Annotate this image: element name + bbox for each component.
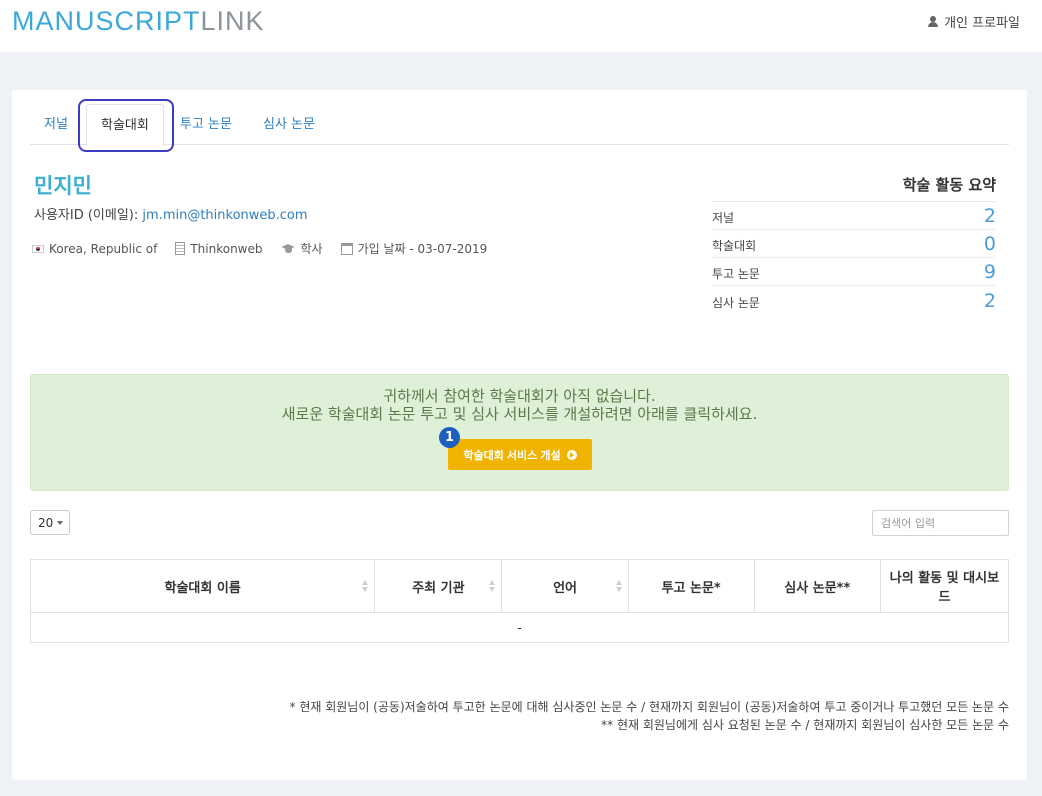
meta-join-date: 가입 날짜 - 03-07-2019 [340, 240, 488, 257]
summary-row-journal: 저널 2 [712, 202, 996, 230]
calendar-icon [340, 242, 353, 255]
caret-down-icon [57, 520, 64, 525]
column-label: 언어 [553, 580, 577, 596]
profile-label: 개인 프로파일 [944, 16, 1020, 31]
column-header-submitted: 투고 논문* [627, 559, 755, 613]
column-header-reviewed: 심사 논문** [753, 559, 881, 613]
logo-part-manuscript: MANUSCRIPT [12, 6, 201, 36]
tab-journal[interactable]: 저널 [30, 104, 82, 145]
page-size-value: 20 [38, 515, 54, 530]
column-header-host-organization[interactable]: 주최 기관 [374, 559, 503, 613]
meta-country: Korea, Republic of [32, 242, 157, 256]
user-email[interactable]: jm.min@thinkonweb.com [142, 208, 307, 223]
summary-row-submitted: 투고 논문 9 [712, 258, 996, 286]
summary-value[interactable]: 2 [984, 207, 996, 226]
table-row: - [30, 612, 1009, 643]
korea-flag-icon [32, 244, 44, 253]
logo[interactable]: MANUSCRIPTLINK [12, 6, 265, 37]
profile-link[interactable]: 개인 프로파일 [928, 12, 1020, 31]
notice-line-2: 새로운 학술대회 논문 투고 및 심사 서비스를 개설하려면 아래를 클릭하세요… [281, 405, 758, 423]
country-text: Korea, Republic of [49, 241, 158, 256]
tab-bar: 저널 학술대회 투고 논문 심사 논문 [30, 104, 1009, 146]
page-size-select[interactable]: 20 [30, 510, 70, 535]
tab-submitted-papers[interactable]: 투고 논문 [166, 104, 246, 145]
column-header-dashboard: 나의 활동 및 대시보드 [879, 559, 1010, 613]
column-header-conference-name[interactable]: 학술대회 이름 [29, 559, 376, 613]
organization-text: Thinkonweb [190, 241, 263, 256]
user-icon [928, 16, 939, 27]
notice-line-1: 귀하께서 참여한 학술대회가 아직 없습니다. [383, 387, 656, 405]
degree-text: 학사 [300, 242, 323, 256]
column-header-language[interactable]: 언어 [501, 559, 629, 613]
meta-degree: 학사 [281, 240, 323, 257]
column-label: 주최 기관 [412, 580, 465, 596]
arrow-right-circle-icon [566, 449, 577, 460]
user-name: 민지민 [34, 174, 92, 198]
join-date-text: 가입 날짜 - 03-07-2019 [357, 242, 488, 256]
table-header-row: 학술대회 이름 주최 기관 언어 투고 논문* 심사 논문** 나의 활동 및 … [29, 559, 1010, 613]
summary-value[interactable]: 2 [984, 292, 996, 311]
column-label: 투고 논문* [661, 580, 721, 596]
cta-label: 학술대회 서비스 개설 [463, 449, 561, 462]
sort-icon [362, 580, 369, 592]
column-label: 심사 논문** [784, 580, 851, 596]
activity-summary: 학술 활동 요약 저널 2 학술대회 0 투고 논문 9 심사 논문 2 [712, 170, 996, 314]
footnote-submitted: * 현재 회원님이 (공동)저술하여 투고한 논문에 대해 심사중인 논문 수 … [289, 700, 1010, 714]
summary-label: 저널 [712, 211, 735, 225]
user-meta: Korea, Republic of Thinkonweb 학사 가입 날짜 -… [32, 240, 487, 257]
summary-row-reviewed: 심사 논문 2 [712, 286, 996, 314]
conference-table: 학술대회 이름 주최 기관 언어 투고 논문* 심사 논문** 나의 활동 및 … [29, 559, 1010, 643]
open-conference-service-button[interactable]: 학술대회 서비스 개설 [448, 439, 592, 470]
graduation-cap-icon [281, 244, 296, 253]
tab-conference[interactable]: 학술대회 [86, 104, 164, 146]
step-badge: 1 [439, 427, 460, 448]
summary-value[interactable]: 9 [984, 263, 996, 282]
building-icon [175, 242, 186, 255]
summary-value[interactable]: 0 [984, 235, 996, 254]
logo-part-link: LINK [200, 6, 265, 36]
summary-title: 학술 활동 요약 [712, 170, 996, 202]
no-conference-notice: 귀하께서 참여한 학술대회가 아직 없습니다. 새로운 학술대회 논문 투고 및… [30, 374, 1009, 491]
sort-icon [489, 580, 496, 592]
summary-label: 심사 논문 [712, 296, 760, 310]
summary-label: 투고 논문 [712, 267, 760, 281]
column-label: 나의 활동 및 대시보드 [889, 571, 1000, 605]
user-id-label: 사용자ID (이메일): [34, 208, 139, 223]
footnote-reviewed: ** 현재 회원님에게 심사 요청된 논문 수 / 현재까지 회원님이 심사한 … [601, 718, 1009, 732]
sort-icon [615, 580, 622, 592]
tab-reviewed-papers[interactable]: 심사 논문 [249, 104, 329, 145]
search-input[interactable] [872, 510, 1009, 536]
column-label: 학술대회 이름 [164, 580, 241, 596]
summary-label: 학술대회 [712, 239, 757, 253]
meta-organization: Thinkonweb [175, 241, 263, 256]
top-bar: MANUSCRIPTLINK 개인 프로파일 [0, 0, 1042, 52]
summary-row-conference: 학술대회 0 [712, 230, 996, 258]
user-id-line: 사용자ID (이메일): jm.min@thinkonweb.com [34, 204, 308, 223]
empty-cell: - [30, 612, 1009, 643]
main-card: 저널 학술대회 투고 논문 심사 논문 민지민 사용자ID (이메일): jm.… [12, 90, 1027, 780]
